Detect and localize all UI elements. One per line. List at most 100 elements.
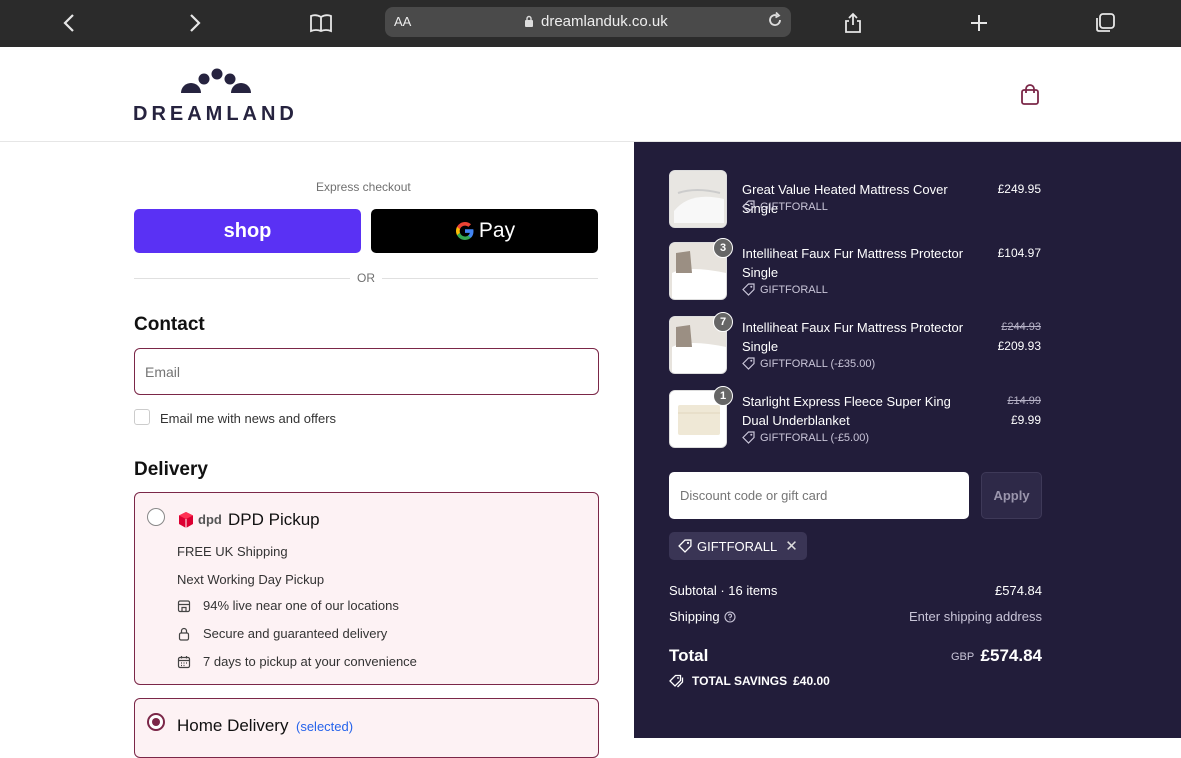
currency-code: GBP bbox=[951, 651, 975, 663]
tags-icon bbox=[669, 674, 684, 688]
calendar-icon bbox=[177, 655, 191, 668]
order-summary: Great Value Heated Mattress Cover Single… bbox=[634, 142, 1181, 738]
item-discount-code: GIFTFORALL bbox=[742, 283, 828, 296]
dpd-pickup-option[interactable]: dpd DPD Pickup FREE UK Shipping Next Wor… bbox=[134, 492, 599, 685]
subtotal-value: £574.84 bbox=[995, 583, 1042, 598]
plus-icon[interactable] bbox=[966, 10, 992, 36]
tabs-icon[interactable] bbox=[1092, 10, 1118, 36]
address-bar[interactable]: AA dreamlanduk.co.uk bbox=[385, 7, 791, 37]
google-pay-button[interactable]: Pay bbox=[371, 209, 598, 253]
item-code-text: GIFTFORALL (-£35.00) bbox=[760, 357, 876, 370]
home-delivery-title: Home Delivery bbox=[177, 716, 289, 735]
item-original-price: £244.93 bbox=[1001, 321, 1041, 333]
dpd-feature-text: Secure and guaranteed delivery bbox=[203, 626, 388, 641]
tag-icon bbox=[742, 431, 755, 444]
newsletter-label[interactable]: Email me with news and offers bbox=[160, 411, 336, 426]
dpd-shipping-line: FREE UK Shipping bbox=[177, 544, 288, 559]
applied-code-chip: GIFTFORALL ✕ bbox=[669, 532, 807, 560]
apply-label: Apply bbox=[993, 488, 1030, 503]
contact-heading: Contact bbox=[134, 314, 205, 335]
shipping-value: Enter shipping address bbox=[909, 609, 1042, 624]
item-code-text: GIFTFORALL (-£5.00) bbox=[760, 431, 870, 444]
dpd-pickup-title: DPD Pickup bbox=[228, 510, 320, 529]
logo-dots-icon bbox=[181, 68, 251, 93]
shop-pay-label: shop bbox=[223, 219, 272, 242]
lock-icon bbox=[524, 15, 534, 32]
share-icon[interactable] bbox=[840, 10, 866, 36]
item-name: Starlight Express Fleece Super King Dual… bbox=[742, 394, 951, 428]
item-discount-code: GIFTFORALL (-£35.00) bbox=[742, 357, 875, 370]
home-delivery-radio[interactable] bbox=[147, 713, 165, 731]
dpd-pickup-line: Next Working Day Pickup bbox=[177, 572, 325, 587]
google-g-icon bbox=[455, 222, 474, 240]
item-original-price: £14.99 bbox=[1007, 395, 1041, 407]
savings-label: TOTAL SAVINGS bbox=[692, 674, 788, 688]
product-thumbnail bbox=[669, 170, 727, 228]
item-name: Intelliheat Faux Fur Mattress Protector … bbox=[742, 320, 964, 354]
dpd-feature-text: 94% live near one of our locations bbox=[203, 598, 399, 613]
item-quantity-badge: 7 bbox=[713, 312, 733, 332]
tag-icon bbox=[742, 200, 755, 213]
logo-text: DREAMLAND bbox=[133, 103, 298, 125]
delivery-heading: Delivery bbox=[134, 459, 208, 480]
apply-button[interactable]: Apply bbox=[981, 472, 1042, 519]
tag-icon bbox=[678, 539, 692, 553]
book-icon[interactable] bbox=[308, 10, 334, 36]
total-savings: TOTAL SAVINGS £40.00 bbox=[669, 674, 830, 688]
shop-pay-button[interactable]: shop bbox=[134, 209, 361, 253]
dpd-cube-icon bbox=[179, 512, 193, 528]
total-label: Total bbox=[669, 646, 709, 665]
item-price: £9.99 bbox=[1010, 413, 1041, 427]
dpd-feature-locations: 94% live near one of our locations bbox=[177, 598, 399, 613]
url-text: dreamlanduk.co.uk bbox=[541, 13, 668, 30]
store-icon bbox=[177, 599, 191, 612]
site-header: DREAMLAND bbox=[0, 47, 1181, 142]
discount-code-input[interactable] bbox=[669, 472, 969, 519]
shopping-bag-icon[interactable] bbox=[1020, 84, 1040, 106]
item-price: £104.97 bbox=[997, 246, 1041, 260]
email-field[interactable] bbox=[134, 348, 599, 395]
reader-aa-button[interactable]: AA bbox=[394, 14, 411, 29]
newsletter-checkbox[interactable] bbox=[134, 409, 150, 425]
item-code-text: GIFTFORALL bbox=[760, 283, 828, 296]
applied-code-text: GIFTFORALL bbox=[697, 538, 778, 554]
chevron-left-icon[interactable] bbox=[56, 10, 82, 36]
line-item: Great Value Heated Mattress Cover Single… bbox=[669, 170, 1041, 230]
selected-label: (selected) bbox=[296, 719, 354, 734]
item-discount-code: GIFTFORALL (-£5.00) bbox=[742, 431, 869, 444]
item-price: £249.95 bbox=[997, 182, 1041, 196]
dpd-logo-text: dpd bbox=[198, 512, 222, 527]
home-delivery-option[interactable]: Home Delivery (selected) bbox=[134, 698, 599, 758]
dpd-pickup-radio[interactable] bbox=[147, 508, 165, 526]
google-pay-label: Pay bbox=[478, 219, 516, 242]
dreamland-logo[interactable]: DREAMLAND bbox=[133, 67, 303, 125]
shipping-label: Shipping bbox=[669, 609, 720, 624]
subtotal-row: Subtotal · 16 items £574.84 bbox=[669, 583, 1042, 598]
or-label: OR bbox=[350, 271, 382, 285]
dpd-feature-text: 7 days to pickup at your convenience bbox=[203, 654, 417, 669]
tag-icon bbox=[742, 357, 755, 370]
subtotal-label: Subtotal · 16 items bbox=[669, 583, 778, 598]
chevron-right-icon[interactable] bbox=[182, 10, 208, 36]
tag-icon bbox=[742, 283, 755, 296]
item-code-text: GIFTFORALL bbox=[760, 200, 828, 213]
help-circle-icon[interactable] bbox=[724, 611, 736, 623]
browser-toolbar: AA dreamlanduk.co.uk bbox=[0, 0, 1181, 47]
item-quantity-badge: 3 bbox=[713, 238, 733, 258]
item-price: £209.93 bbox=[997, 339, 1041, 353]
line-item: 7 Intelliheat Faux Fur Mattress Protecto… bbox=[669, 312, 1041, 376]
savings-value: £40.00 bbox=[793, 674, 830, 688]
item-discount-code: GIFTFORALL bbox=[742, 200, 828, 213]
shipping-row: Shipping Enter shipping address bbox=[669, 609, 1042, 624]
line-item: 1 Starlight Express Fleece Super King Du… bbox=[669, 386, 1041, 450]
dpd-feature-secure: Secure and guaranteed delivery bbox=[177, 626, 387, 641]
reload-icon[interactable] bbox=[766, 11, 784, 34]
dpd-feature-days: 7 days to pickup at your convenience bbox=[177, 654, 417, 669]
remove-code-icon[interactable]: ✕ bbox=[785, 537, 798, 555]
express-checkout-label: Express checkout bbox=[316, 180, 411, 194]
item-quantity-badge: 1 bbox=[713, 386, 733, 406]
padlock-icon bbox=[178, 627, 190, 641]
total-value: £574.84 bbox=[980, 646, 1042, 665]
checkout-form: Express checkout shop Pay OR Contact Ema… bbox=[0, 142, 634, 758]
item-name: Intelliheat Faux Fur Mattress Protector … bbox=[742, 246, 964, 280]
